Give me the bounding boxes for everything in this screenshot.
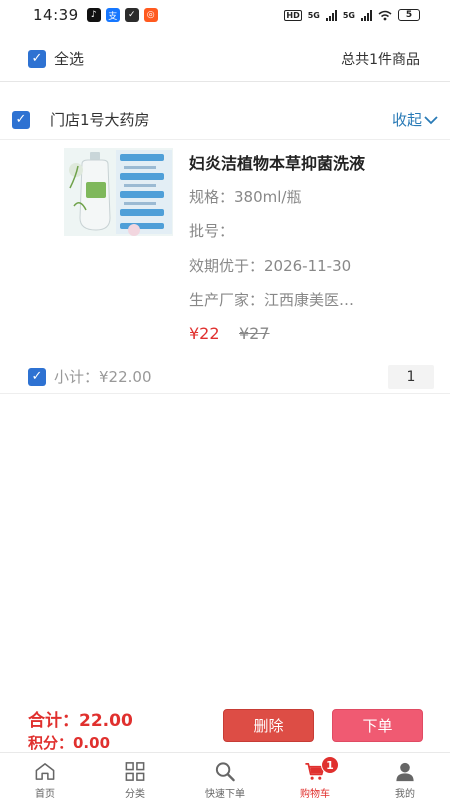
product-batch: 批号： — [189, 222, 235, 240]
hd-indicator: HD — [284, 9, 302, 21]
product-original-price: ¥27 — [239, 324, 270, 343]
signal-icon-2 — [361, 9, 372, 21]
store-row: ✓ 门店1号大药房 收起 — [0, 100, 450, 140]
network-label-1: 5G — [307, 10, 320, 20]
delete-button[interactable]: 删除 — [223, 709, 314, 742]
order-summary: 合计：22.00 积分：0.00 — [28, 706, 133, 753]
item-checkbox[interactable]: ✓ — [28, 367, 46, 386]
chevron-down-icon — [424, 115, 438, 124]
tab-profile[interactable]: 我的 — [360, 753, 450, 800]
select-all-checkbox[interactable]: ✓ — [28, 49, 46, 68]
grid-icon — [125, 762, 145, 781]
leaf-app-icon: ✓ — [124, 8, 139, 22]
battery-icon: 5 — [398, 9, 420, 21]
subtotal-text: 小计：¥22.00 — [54, 368, 152, 386]
product-title[interactable]: 妇炎洁植物本草抑菌洗液 — [189, 150, 365, 174]
store-name: 门店1号大药房 — [50, 111, 150, 129]
collapse-label: 收起 — [391, 111, 422, 129]
status-indicators: HD 5G 5G 5 — [284, 9, 420, 21]
total-count: 总共1件商品 — [341, 51, 420, 68]
bottom-tab-bar: 首页 分类 快速下单 1 购物车 我的 — [0, 752, 450, 800]
product-manufacturer: 生产厂家：江西康美医… — [189, 291, 355, 309]
tab-home-label: 首页 — [35, 789, 55, 800]
product-price: ¥22 — [189, 324, 220, 343]
status-time: 14:39 — [33, 6, 79, 24]
status-bar: 14:39 ♪ 支 ✓ ◎ HD 5G 5G 5 — [0, 0, 450, 30]
user-icon — [396, 762, 414, 782]
tab-profile-label: 我的 — [395, 789, 415, 800]
tab-quick-order-label: 快速下单 — [205, 789, 245, 800]
cart-badge: 1 — [321, 756, 339, 774]
place-order-button[interactable]: 下单 — [332, 709, 423, 742]
points-amount: 积分：0.00 — [28, 734, 111, 752]
network-label-2: 5G — [342, 10, 355, 20]
product-image[interactable] — [64, 148, 173, 236]
tab-category[interactable]: 分类 — [90, 753, 180, 800]
tab-home[interactable]: 首页 — [0, 753, 90, 800]
product-expiry: 效期优于：2026-11-30 — [189, 257, 352, 275]
search-icon — [215, 762, 235, 782]
quantity-stepper[interactable]: 1 — [388, 364, 434, 389]
tab-cart[interactable]: 1 购物车 — [270, 753, 360, 800]
signal-icon — [325, 9, 337, 21]
total-amount: 合计：22.00 — [28, 711, 133, 731]
home-icon — [35, 763, 55, 780]
store-checkbox[interactable]: ✓ — [12, 110, 30, 129]
tab-quick-order[interactable]: 快速下单 — [180, 753, 270, 800]
product-spec: 规格：380ml/瓶 — [189, 188, 302, 206]
tiktok-app-icon: ♪ — [86, 8, 101, 22]
wifi-icon — [378, 10, 392, 20]
alipay-app-icon: 支 — [105, 8, 120, 22]
tab-cart-label: 购物车 — [300, 789, 330, 800]
tab-category-label: 分类 — [125, 789, 145, 800]
subtotal-row: ✓ 小计：¥22.00 1 — [0, 360, 450, 394]
select-all-label[interactable]: 全选 — [54, 48, 84, 69]
select-all-bar: ✓ 全选 总共1件商品 — [0, 36, 450, 82]
shopping-app-icon: ◎ — [143, 8, 158, 22]
cart-product[interactable]: 妇炎洁植物本草抑菌洗液 规格：380ml/瓶 批号： 效期优于：2026-11-… — [64, 148, 444, 353]
collapse-button[interactable]: 收起 — [392, 109, 438, 130]
